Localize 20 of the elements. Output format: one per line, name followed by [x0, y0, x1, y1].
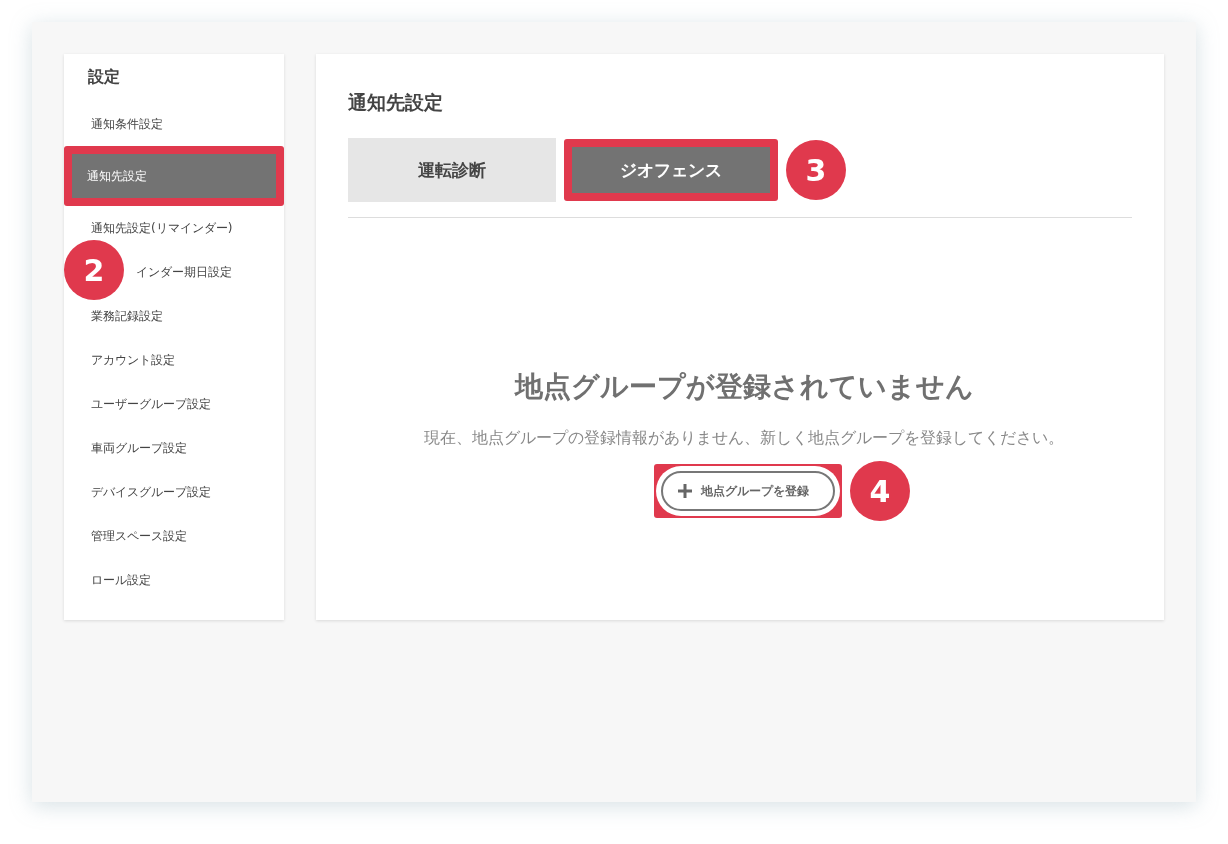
- page-title: 通知先設定: [348, 90, 444, 115]
- empty-state-message: 現在、地点グループの登録情報がありません、新しく地点グループを登録してください。: [424, 428, 1064, 449]
- callout-badge: 2: [64, 240, 124, 300]
- sidebar-item[interactable]: 通知条件設定: [72, 106, 276, 142]
- sidebar-item[interactable]: アカウント設定: [72, 342, 276, 378]
- sidebar-item[interactable]: インダー期日設定: [136, 254, 276, 290]
- callout-badge: 4: [850, 461, 910, 521]
- callout-badge: 3: [786, 140, 846, 200]
- sidebar-item[interactable]: ユーザーグループ設定: [72, 386, 276, 422]
- sidebar-item[interactable]: 業務記録設定: [72, 298, 276, 334]
- sidebar-item[interactable]: 車両グループ設定: [72, 430, 276, 466]
- plus-icon: [677, 483, 693, 499]
- sidebar-item[interactable]: 通知先設定: [72, 154, 276, 198]
- sidebar-item[interactable]: ロール設定: [72, 562, 276, 598]
- sidebar-item[interactable]: 管理スペース設定: [72, 518, 276, 554]
- sidebar-title: 設定: [87, 66, 121, 88]
- empty-state-heading: 地点グループが登録されていません: [514, 369, 974, 405]
- tab[interactable]: ジオフェンス: [572, 147, 770, 193]
- tab[interactable]: 運転診断: [348, 138, 556, 202]
- sidebar-item[interactable]: デバイスグループ設定: [72, 474, 276, 510]
